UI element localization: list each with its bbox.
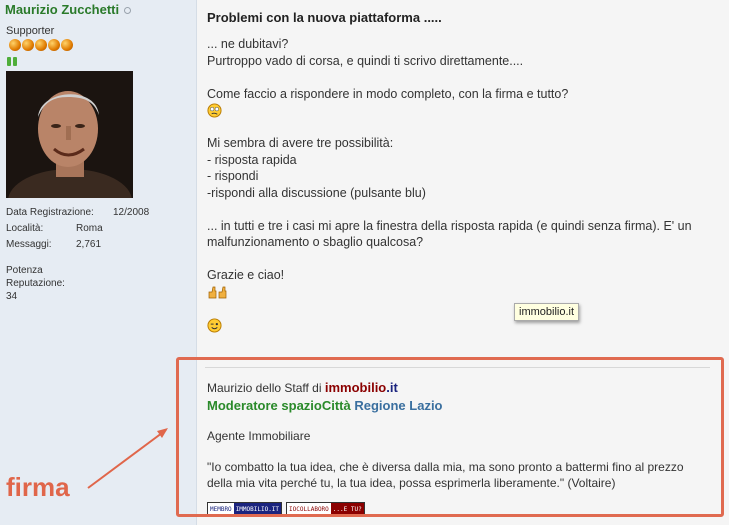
annotation-label: firma — [6, 472, 70, 502]
annotation-arrow-icon — [87, 428, 168, 489]
